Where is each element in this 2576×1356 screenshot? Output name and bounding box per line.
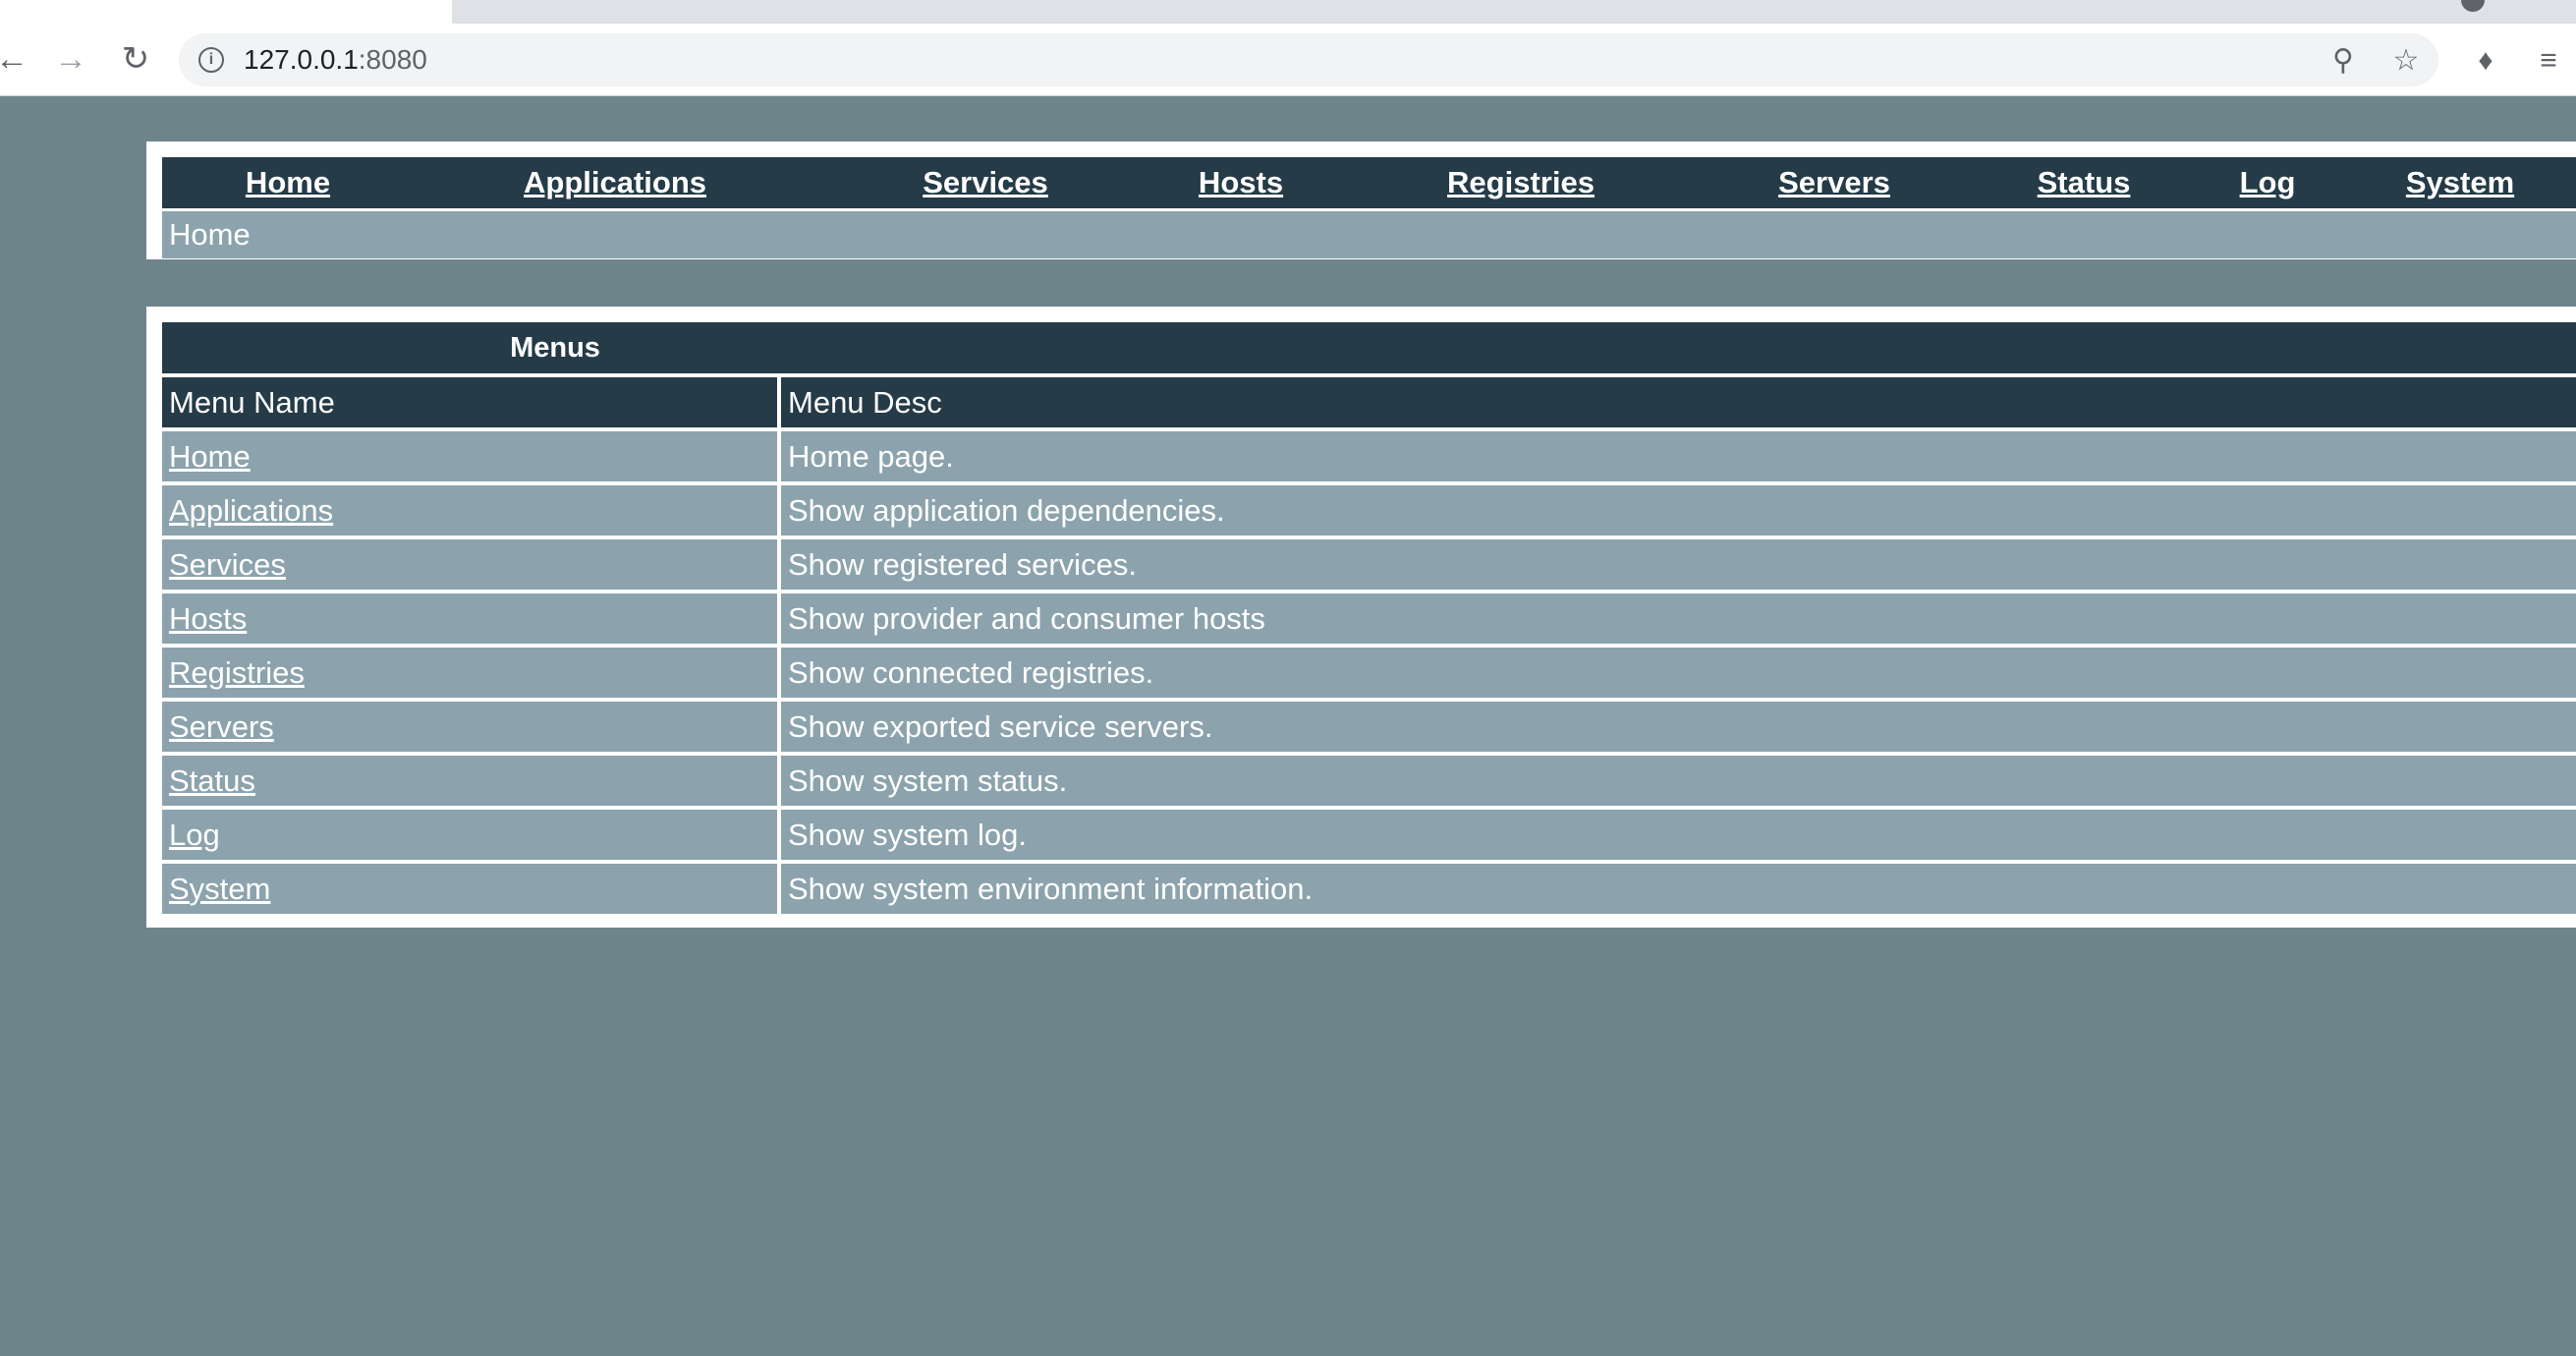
url-host: 127.0.0.1 [244, 44, 359, 75]
table-row: Status Show system status. [162, 756, 2576, 806]
browser-chrome: ← → ↻ i 127.0.0.1:8080 ⚲ ☆ ♦ ≡ [0, 0, 2576, 96]
tab-strip-background [454, 0, 2497, 24]
menu-desc: Show exported service servers. [781, 702, 2576, 752]
menu-desc: Show provider and consumer hosts [781, 593, 2576, 644]
menus-table: Menus Menu Name Menu Desc Home Home page… [162, 318, 2576, 918]
menu-link-hosts[interactable]: Hosts [169, 601, 247, 636]
nav-link-home[interactable]: Home [246, 157, 330, 208]
forward-icon[interactable]: → [51, 39, 90, 79]
nav-link-log[interactable]: Log [2240, 157, 2296, 208]
menu-link-servers[interactable]: Servers [169, 709, 274, 744]
active-tab[interactable] [0, 0, 452, 24]
url-text[interactable]: 127.0.0.1:8080 [244, 44, 427, 76]
nav-link-registries[interactable]: Registries [1447, 157, 1595, 208]
extensions-puzzle-icon[interactable]: ♦ [2466, 41, 2505, 81]
menu-link-registries[interactable]: Registries [169, 655, 305, 690]
page-content: Home Applications Services Hosts Registr… [0, 96, 2576, 1356]
table-row: Applications Show application dependenci… [162, 485, 2576, 536]
nav-link-applications[interactable]: Applications [524, 157, 706, 208]
menu-link-status[interactable]: Status [169, 763, 255, 798]
menu-desc: Show system environment information. [781, 864, 2576, 914]
table-row: Services Show registered services. [162, 539, 2576, 590]
table-row: Hosts Show provider and consumer hosts [162, 593, 2576, 644]
menu-desc: Home page. [781, 431, 2576, 481]
menu-desc: Show application dependencies. [781, 485, 2576, 536]
table-row: System Show system environment informati… [162, 864, 2576, 914]
menus-table-title: Menus [162, 322, 2576, 373]
back-icon[interactable]: ← [0, 39, 31, 79]
menu-desc: Show registered services. [781, 539, 2576, 590]
nav-link-status[interactable]: Status [2038, 157, 2131, 208]
nav-link-system[interactable]: System [2406, 157, 2514, 208]
menus-panel: Menus Menu Name Menu Desc Home Home page… [146, 307, 2576, 928]
nav-link-servers[interactable]: Servers [1778, 157, 1890, 208]
url-port: :8080 [358, 44, 427, 75]
menu-desc: Show connected registries. [781, 648, 2576, 698]
nav-link-services[interactable]: Services [923, 157, 1048, 208]
reload-icon[interactable]: ↻ [116, 39, 155, 79]
menu-link-system[interactable]: System [169, 872, 270, 906]
menu-desc: Show system log. [781, 810, 2576, 860]
breadcrumb: Home [162, 211, 2576, 258]
menu-desc: Show system status. [781, 756, 2576, 806]
table-row: Log Show system log. [162, 810, 2576, 860]
address-bar[interactable]: i 127.0.0.1:8080 ⚲ ☆ [179, 33, 2438, 86]
zoom-icon[interactable]: ⚲ [2324, 41, 2362, 79]
reading-list-icon[interactable]: ≡ [2529, 41, 2568, 81]
nav-link-hosts[interactable]: Hosts [1199, 157, 1283, 208]
table-row: Registries Show connected registries. [162, 648, 2576, 698]
bookmark-star-icon[interactable]: ☆ [2387, 41, 2425, 79]
main-nav-bar: Home Applications Services Hosts Registr… [162, 157, 2576, 208]
menu-link-applications[interactable]: Applications [169, 493, 333, 528]
site-info-icon[interactable]: i [198, 47, 224, 73]
column-header-menu-desc: Menu Desc [781, 377, 2576, 427]
navigation-panel: Home Applications Services Hosts Registr… [146, 141, 2576, 259]
column-header-menu-name: Menu Name [162, 377, 781, 427]
table-header-row: Menu Name Menu Desc [162, 377, 2576, 427]
tab-strip [0, 0, 2576, 24]
table-row: Servers Show exported service servers. [162, 702, 2576, 752]
menu-link-log[interactable]: Log [169, 818, 220, 852]
menu-link-services[interactable]: Services [169, 547, 286, 582]
menu-link-home[interactable]: Home [169, 439, 251, 474]
table-row: Home Home page. [162, 431, 2576, 481]
